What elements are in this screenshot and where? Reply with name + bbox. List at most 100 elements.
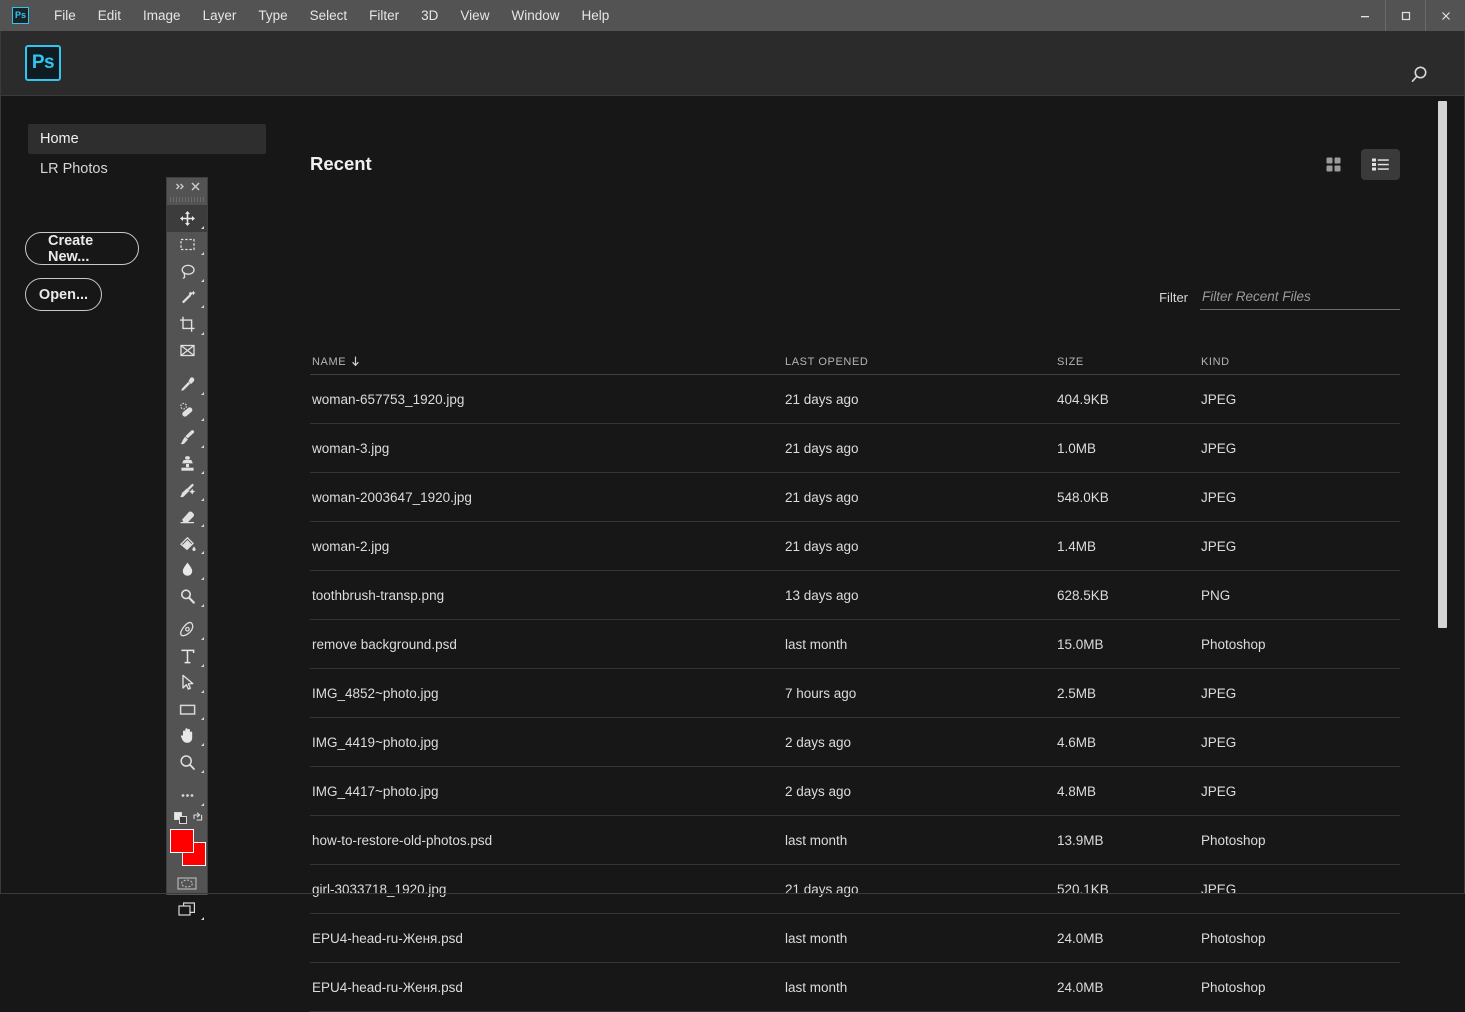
maximize-button[interactable] — [1385, 0, 1425, 31]
last-opened-cell: 2 days ago — [785, 734, 852, 750]
last-opened-cell: 13 days ago — [785, 587, 859, 603]
crop-tool[interactable] — [167, 311, 207, 338]
app-icon: Ps — [12, 7, 29, 24]
menu-item-window[interactable]: Window — [500, 0, 570, 31]
menu-item-select[interactable]: Select — [299, 0, 359, 31]
close-icon[interactable] — [191, 182, 200, 191]
color-swatches[interactable] — [167, 826, 207, 870]
rectangle-tool[interactable] — [167, 696, 207, 723]
create-new-button[interactable]: Create New... — [25, 232, 139, 265]
tools-panel — [166, 177, 208, 920]
last-opened-cell: 21 days ago — [785, 538, 859, 554]
default-background-swatch[interactable] — [179, 816, 187, 824]
screen-mode-icon[interactable] — [167, 897, 207, 924]
column-header-name[interactable]: NAME — [310, 356, 785, 368]
menu-item-help[interactable]: Help — [570, 0, 620, 31]
size-cell: 520.1KB — [1057, 881, 1109, 897]
size-cell: 628.5KB — [1057, 587, 1109, 603]
table-row[interactable]: IMG_4417~photo.jpg 2 days ago 4.8MB JPEG — [310, 767, 1400, 816]
last-opened-cell: 21 days ago — [785, 489, 859, 505]
menu-item-3d[interactable]: 3D — [410, 0, 449, 31]
kind-cell: JPEG — [1201, 391, 1237, 407]
healing-brush-tool[interactable] — [167, 398, 207, 425]
grid-view-icon[interactable] — [1314, 149, 1353, 180]
pen-tool[interactable] — [167, 617, 207, 644]
size-cell: 13.9MB — [1057, 832, 1104, 848]
lasso-tool[interactable] — [167, 258, 207, 285]
table-row[interactable]: EPU4-head-ru-Женя.psd last month 24.0MB Pho… — [310, 914, 1400, 963]
close-button[interactable] — [1425, 0, 1465, 31]
default-colors-and-swap[interactable] — [167, 809, 207, 826]
table-row[interactable]: woman-2.jpg 21 days ago 1.4MB JPEG — [310, 522, 1400, 571]
edit-toolbar-tool[interactable] — [167, 783, 207, 810]
double-chevron-right-icon[interactable] — [175, 182, 186, 191]
type-tool[interactable] — [167, 643, 207, 670]
menu-item-file[interactable]: File — [43, 0, 87, 31]
column-header-size[interactable]: SIZE — [1057, 356, 1201, 368]
swap-colors-icon[interactable] — [192, 811, 204, 823]
sidebar-item-lr-photos[interactable]: LR Photos — [28, 154, 266, 184]
kind-cell: JPEG — [1201, 734, 1237, 750]
scrollbar-track[interactable] — [1435, 96, 1450, 895]
hand-tool[interactable] — [167, 723, 207, 750]
sidebar-item-home[interactable]: Home — [28, 124, 266, 154]
magic-wand-tool[interactable] — [167, 285, 207, 312]
scrollbar-thumb[interactable] — [1438, 101, 1447, 628]
table-row[interactable]: woman-3.jpg 21 days ago 1.0MB JPEG — [310, 424, 1400, 473]
clone-stamp-tool[interactable] — [167, 451, 207, 478]
kind-cell: JPEG — [1201, 685, 1237, 701]
menu-item-type[interactable]: Type — [247, 0, 298, 31]
file-name-cell: girl-3033718_1920.jpg — [312, 881, 447, 897]
menu-item-image[interactable]: Image — [132, 0, 192, 31]
table-row[interactable]: toothbrush-transp.png 13 days ago 628.5KB P… — [310, 571, 1400, 620]
last-opened-cell: 7 hours ago — [785, 685, 857, 701]
minimize-button[interactable] — [1345, 0, 1385, 31]
column-header-kind[interactable]: KIND — [1201, 356, 1400, 368]
eyedropper-tool[interactable] — [167, 371, 207, 398]
size-cell: 4.6MB — [1057, 734, 1097, 750]
table-row[interactable]: woman-657753_1920.jpg 21 days ago 404.9KB J… — [310, 375, 1400, 424]
size-cell: 15.0MB — [1057, 636, 1104, 652]
size-cell: 1.4MB — [1057, 538, 1097, 554]
sort-descending-icon — [352, 356, 360, 367]
table-row[interactable]: remove background.psd last month 15.0MB Pho… — [310, 620, 1400, 669]
zoom-tool[interactable] — [167, 749, 207, 776]
dodge-tool[interactable] — [167, 583, 207, 610]
search-input[interactable] — [1200, 289, 1400, 310]
eraser-tool[interactable] — [167, 504, 207, 531]
file-name-cell: how-to-restore-old-photos.psd — [312, 832, 493, 848]
table-row[interactable]: woman-2003647_1920.jpg 21 days ago 548.0KB… — [310, 473, 1400, 522]
table-row[interactable]: girl-3033718_1920.jpg 21 days ago 520.1KB J… — [310, 865, 1400, 914]
menu-item-view[interactable]: View — [449, 0, 500, 31]
gradient-tool[interactable] — [167, 530, 207, 557]
open-button[interactable]: Open... — [25, 278, 102, 311]
page-title: Recent — [310, 153, 372, 174]
table-row[interactable]: EPU4-head-ru-Женя.psd last month 24.0MB Pho… — [310, 963, 1400, 1012]
file-name-cell: IMG_4852~photo.jpg — [312, 685, 439, 701]
foreground-color-swatch[interactable] — [170, 829, 194, 853]
column-header-last-opened[interactable]: LAST OPENED — [785, 356, 1057, 368]
list-view-icon[interactable] — [1361, 149, 1400, 180]
path-selection-tool[interactable] — [167, 670, 207, 697]
sidebar-item-label: LR Photos — [40, 161, 108, 177]
move-tool[interactable] — [167, 205, 207, 232]
main-content: Recent Filter Filter Recent Files NAME L… — [290, 96, 1450, 1012]
menu-item-layer[interactable]: Layer — [192, 0, 248, 31]
history-brush-tool[interactable] — [167, 477, 207, 504]
frame-tool[interactable] — [167, 338, 207, 365]
kind-cell: Photoshop — [1201, 930, 1266, 946]
menu-item-edit[interactable]: Edit — [87, 0, 132, 31]
table-row[interactable]: how-to-restore-old-photos.psd last month 1… — [310, 816, 1400, 865]
kind-cell: JPEG — [1201, 881, 1237, 897]
size-cell: 24.0MB — [1057, 930, 1104, 946]
table-row[interactable]: IMG_4419~photo.jpg 2 days ago 4.6MB JPEG — [310, 718, 1400, 767]
tools-panel-drag-handle[interactable] — [167, 194, 207, 205]
rectangular-marquee-tool[interactable] — [167, 232, 207, 259]
table-row[interactable]: IMG_4852~photo.jpg 7 hours ago 2.5MB JPEG — [310, 669, 1400, 718]
blur-tool[interactable] — [167, 557, 207, 584]
quick-mask-icon[interactable] — [167, 870, 207, 897]
menu-item-filter[interactable]: Filter — [358, 0, 410, 31]
brush-tool[interactable] — [167, 424, 207, 451]
search-icon[interactable] — [1398, 54, 1440, 96]
window-controls — [1345, 0, 1465, 31]
